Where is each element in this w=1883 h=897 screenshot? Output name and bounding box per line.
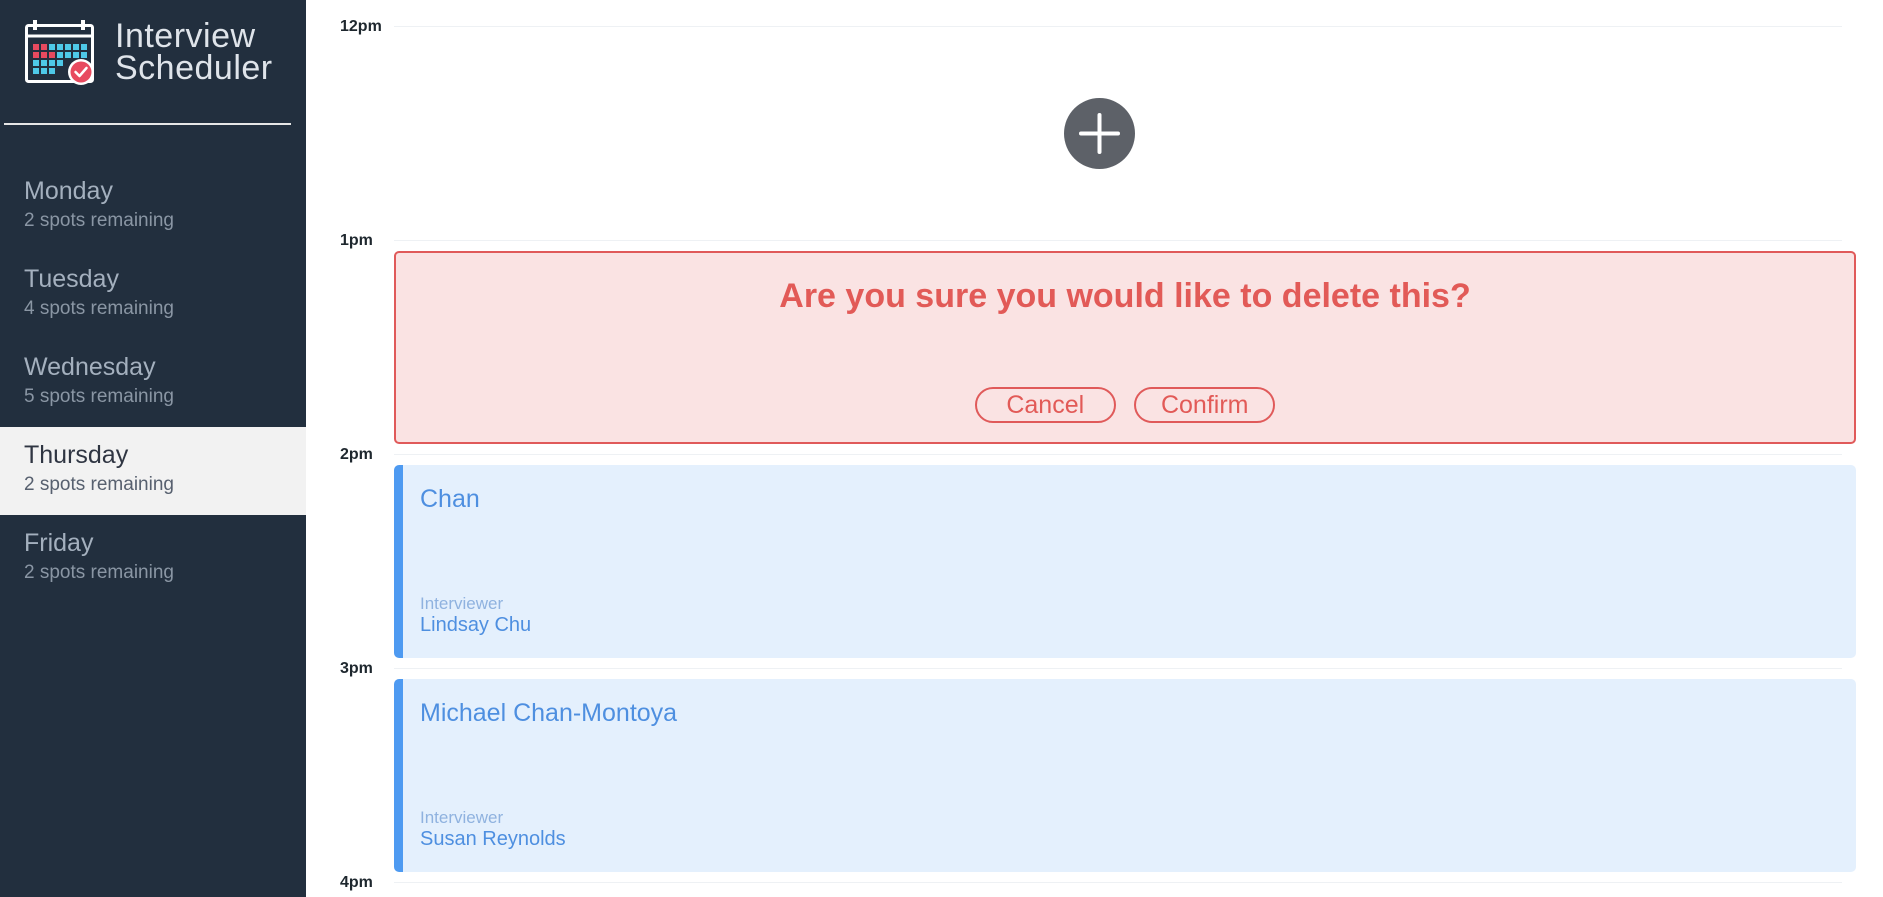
day-item-thursday[interactable]: Thursday 2 spots remaining — [0, 427, 306, 515]
plus-icon — [1079, 113, 1120, 154]
confirm-actions: Cancel Confirm — [396, 387, 1854, 423]
sidebar: Interview Scheduler Monday 2 spots remai… — [0, 0, 306, 897]
brand: Interview Scheduler — [0, 0, 306, 126]
day-item-friday[interactable]: Friday 2 spots remaining — [0, 515, 306, 603]
time-label-2pm: 2pm — [340, 446, 373, 463]
day-item-wednesday[interactable]: Wednesday 5 spots remaining — [0, 339, 306, 427]
day-item-tuesday[interactable]: Tuesday 4 spots remaining — [0, 251, 306, 339]
time-label-4pm: 4pm — [340, 874, 373, 891]
day-name: Wednesday — [24, 353, 156, 381]
time-label-1pm: 1pm — [340, 232, 373, 249]
day-name: Thursday — [24, 441, 129, 469]
confirm-message: Are you sure you would like to delete th… — [779, 277, 1471, 315]
confirm-button[interactable]: Confirm — [1134, 387, 1276, 423]
appointment-student-name: Chan — [420, 485, 480, 513]
appointment-card[interactable]: Chan Interviewer Lindsay Chu — [394, 465, 1856, 658]
day-spots: 4 spots remaining — [24, 298, 174, 319]
time-divider — [394, 882, 1842, 883]
day-list: Monday 2 spots remaining Tuesday 4 spots… — [0, 163, 306, 603]
appointment-interviewer-name: Lindsay Chu — [420, 614, 532, 636]
appointment-interviewer-label: Interviewer — [420, 594, 504, 613]
time-divider — [394, 26, 1842, 27]
day-name: Tuesday — [24, 265, 119, 293]
day-name: Monday — [24, 177, 113, 205]
sidebar-divider — [4, 123, 291, 125]
time-label-3pm: 3pm — [340, 660, 373, 677]
day-item-monday[interactable]: Monday 2 spots remaining — [0, 163, 306, 251]
schedule: 12pm 1pm 2pm 3pm 4pm Are you sure you wo… — [306, 0, 1883, 897]
time-label-12pm: 12pm — [340, 18, 382, 35]
time-divider — [394, 668, 1842, 669]
app-title: Interview Scheduler — [115, 17, 273, 87]
appointment-interviewer-label: Interviewer — [420, 808, 504, 827]
add-appointment-button[interactable] — [1064, 98, 1135, 169]
day-spots: 2 spots remaining — [24, 562, 174, 583]
appointment-interviewer-name: Susan Reynolds — [420, 828, 566, 850]
time-divider — [394, 240, 1842, 241]
appointment-student-name: Michael Chan-Montoya — [420, 699, 678, 727]
confirm-delete-card: Are you sure you would like to delete th… — [394, 251, 1856, 444]
appointment-card[interactable]: Michael Chan-Montoya Interviewer Susan R… — [394, 679, 1856, 872]
time-divider — [394, 454, 1842, 455]
app-title-line2: Scheduler — [115, 49, 273, 87]
cancel-button[interactable]: Cancel — [974, 387, 1116, 423]
app-title-line1: Interview — [115, 17, 256, 55]
day-spots: 5 spots remaining — [24, 386, 174, 407]
day-spots: 2 spots remaining — [24, 474, 174, 495]
day-name: Friday — [24, 529, 94, 557]
app: Interview Scheduler Monday 2 spots remai… — [0, 0, 1883, 897]
day-spots: 2 spots remaining — [24, 210, 174, 231]
calendar-check-icon — [25, 20, 94, 85]
